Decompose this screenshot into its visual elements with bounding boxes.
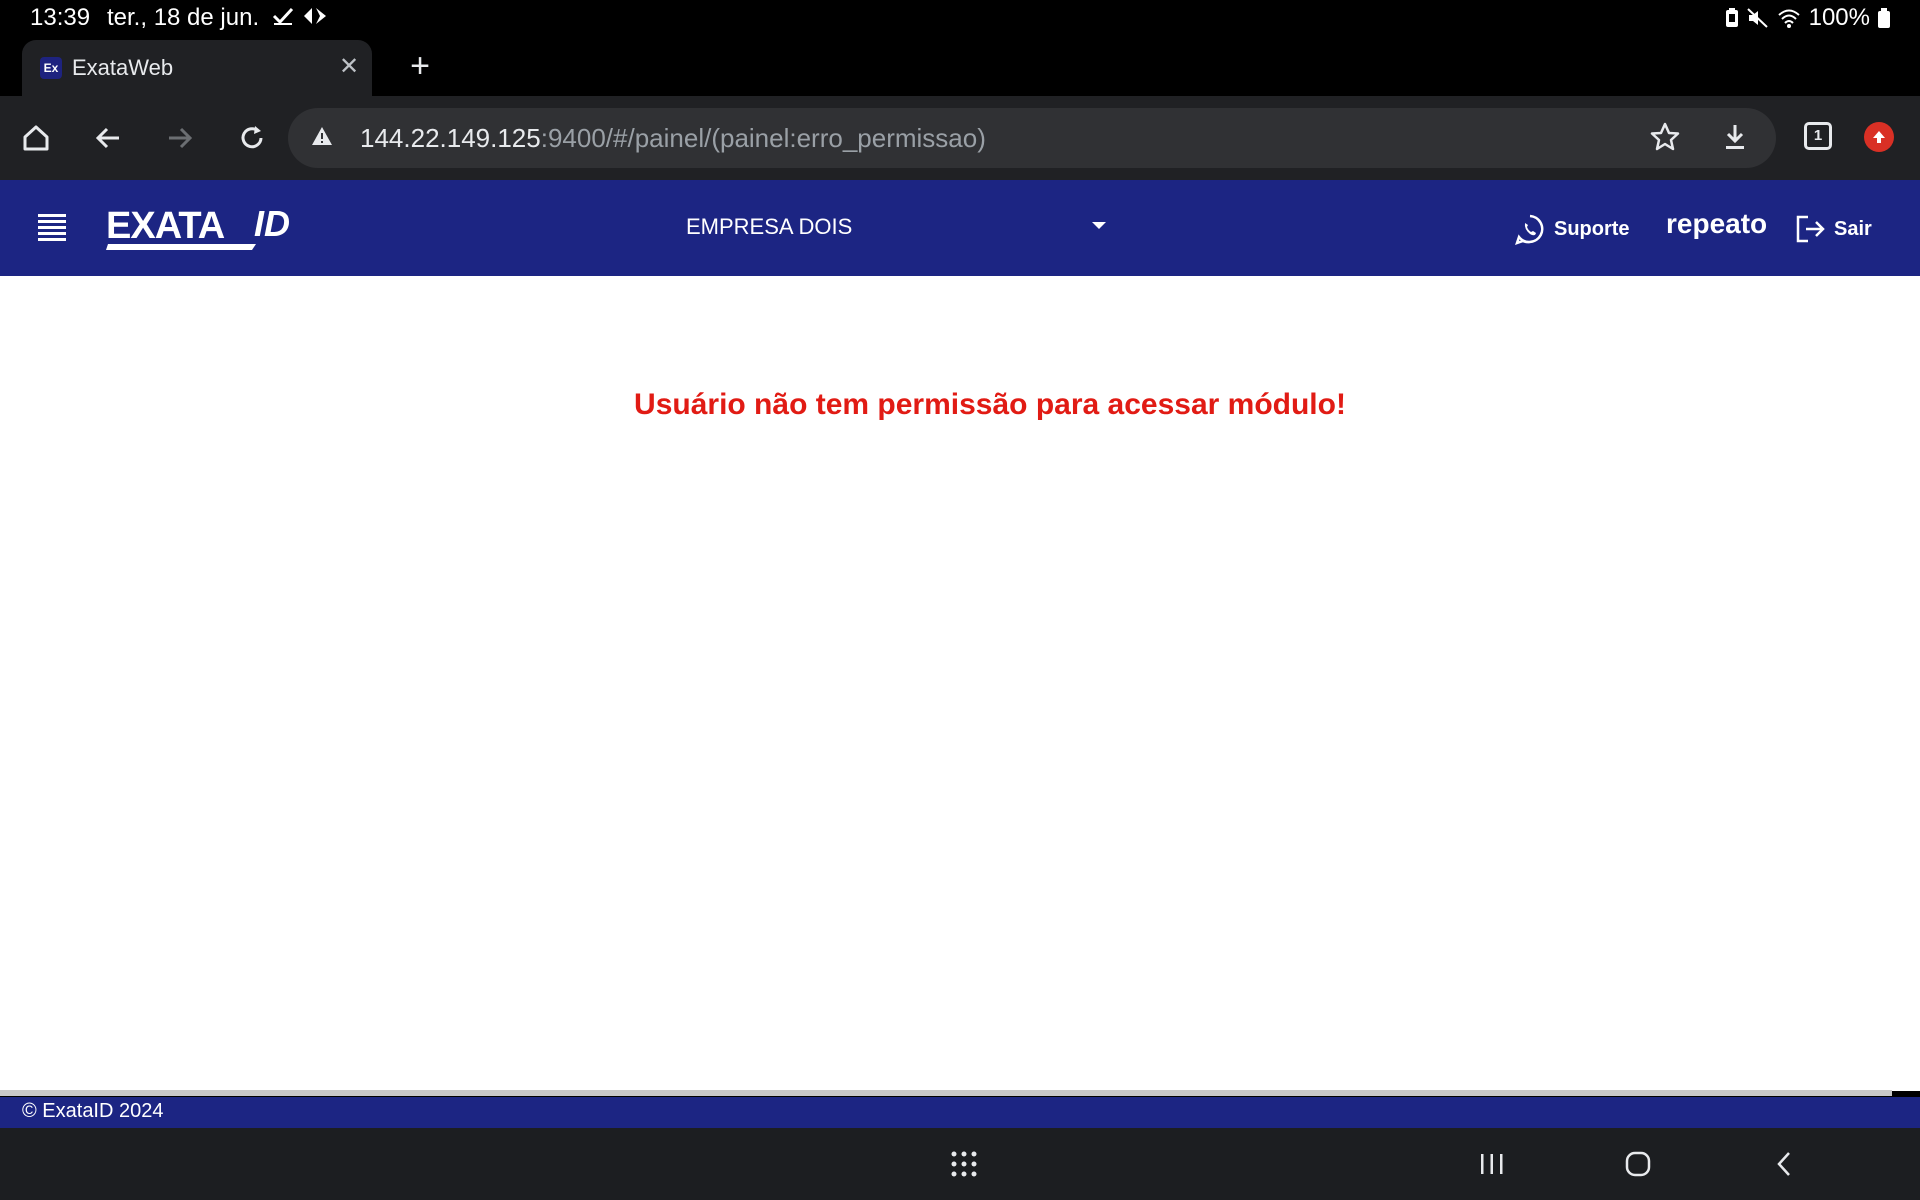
logout-button[interactable]: Sair — [1794, 212, 1872, 246]
username: repeato — [1666, 208, 1768, 239]
url-host: 144.22.149.125 — [360, 123, 541, 153]
close-tab-icon[interactable]: ✕ — [336, 54, 362, 80]
system-status-bar: 13:39 ter., 18 de jun. 100% — [0, 0, 1920, 36]
back-chevron-icon — [1777, 1152, 1790, 1176]
app-drawer-button[interactable] — [944, 1146, 984, 1182]
whatsapp-icon — [1515, 214, 1544, 245]
app-footer: © ExataID 2024 — [0, 1097, 1920, 1128]
copyright-text: © ExataID 2024 — [22, 1100, 164, 1122]
status-time: 13:39 — [30, 4, 91, 31]
browser-toolbar: 144.22.149.125:9400/#/painel/(painel:err… — [0, 96, 1920, 180]
url-text[interactable]: 144.22.149.125:9400/#/painel/(painel:err… — [360, 123, 986, 154]
hamburger-menu-icon[interactable] — [38, 214, 70, 242]
permission-error-message: Usuário não tem permissão para acessar m… — [634, 388, 1346, 421]
new-tab-button[interactable]: + — [400, 46, 440, 86]
battery-saver-icon — [1725, 8, 1738, 27]
back-nav-button[interactable] — [1764, 1146, 1804, 1182]
check-icon — [272, 7, 294, 25]
reload-icon — [241, 126, 263, 149]
system-navigation-bar — [0, 1128, 1920, 1200]
mute-icon — [1746, 8, 1768, 28]
forward-button[interactable] — [158, 116, 202, 160]
address-bar[interactable]: 144.22.149.125:9400/#/painel/(painel:err… — [288, 108, 1776, 168]
home-circle-icon — [1625, 1151, 1651, 1177]
wifi-icon — [1777, 9, 1800, 28]
tab-title: ExataWeb — [72, 55, 174, 80]
recent-apps-icon — [1481, 1154, 1503, 1174]
horizontal-scrollbar[interactable] — [0, 1090, 1892, 1096]
support-button[interactable]: Suporte — [1514, 212, 1630, 246]
bookmark-star-icon[interactable] — [1648, 120, 1682, 154]
svg-text:ID: ID — [254, 203, 290, 244]
company-dropdown[interactable]: EMPRESA DOIS — [686, 208, 1106, 248]
company-name: EMPRESA DOIS — [686, 214, 853, 239]
main-content: Usuário não tem permissão para acessar m… — [0, 276, 1920, 1091]
favicon-icon: Ex — [40, 57, 62, 79]
status-date: ter., 18 de jun. — [107, 4, 260, 31]
app-header: EXATA ID EMPRESA DOIS Suporte repeato Sa… — [0, 180, 1920, 276]
forward-arrow-icon — [169, 127, 193, 149]
home-icon — [23, 125, 49, 151]
browser-tab[interactable]: Ex ExataWeb ✕ — [22, 40, 372, 96]
profile-update-button[interactable] — [1864, 122, 1894, 152]
logout-icon — [1796, 215, 1825, 243]
grid-dots-icon — [951, 1151, 977, 1177]
support-label: Suporte — [1554, 217, 1630, 240]
back-button[interactable] — [86, 116, 130, 160]
battery-icon — [1878, 8, 1890, 28]
url-path: :9400/#/painel/(painel:erro_permissao) — [540, 123, 986, 153]
reload-button[interactable] — [230, 116, 274, 160]
download-icon[interactable] — [1718, 120, 1752, 154]
browser-tab-strip: Ex ExataWeb ✕ + — [0, 36, 1920, 96]
update-arrow-icon — [1873, 131, 1885, 143]
exataid-logo: EXATA ID — [106, 203, 290, 250]
tab-switcher-button[interactable]: 1 — [1804, 122, 1832, 150]
diamond-arrows-icon — [304, 8, 326, 24]
status-right: 100% — [1725, 4, 1890, 32]
svg-text:EXATA: EXATA — [106, 205, 225, 247]
warning-icon[interactable] — [310, 124, 334, 148]
battery-percent: 100% — [1808, 4, 1870, 31]
back-arrow-icon — [95, 127, 119, 149]
chevron-down-icon — [1092, 222, 1106, 229]
notification-icons — [272, 6, 328, 26]
recent-apps-button[interactable] — [1472, 1146, 1512, 1182]
home-nav-button[interactable] — [1618, 1146, 1658, 1182]
logout-label: Sair — [1834, 217, 1872, 240]
home-button[interactable] — [14, 116, 58, 160]
